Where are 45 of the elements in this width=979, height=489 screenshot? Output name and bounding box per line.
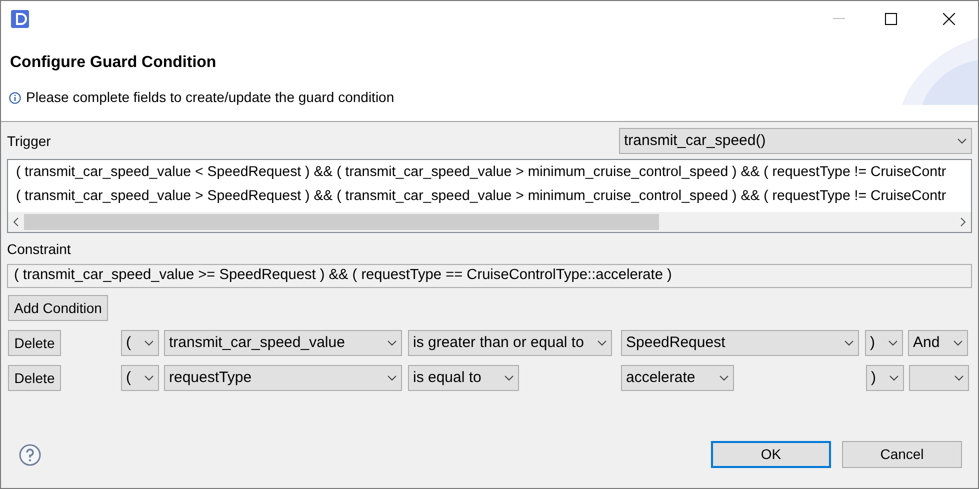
ok-button[interactable]: OK — [711, 441, 831, 468]
caret-icon — [387, 375, 397, 381]
caret-icon — [953, 340, 963, 346]
caret-icon — [144, 340, 154, 346]
caret-icon — [597, 340, 607, 346]
caret-icon — [504, 375, 514, 381]
minimize-icon — [833, 18, 845, 20]
operator-dropdown[interactable]: is greater than or equal to — [408, 330, 612, 356]
caret-icon — [144, 375, 154, 381]
value-dropdown[interactable]: SpeedRequest — [621, 330, 859, 356]
app-logo-icon — [10, 9, 30, 29]
dialog-title: Configure Guard Condition — [10, 53, 218, 73]
caret-icon — [844, 340, 854, 346]
caret-icon — [719, 375, 729, 381]
dialog-message: Please complete fields to create/update the guard condition — [26, 88, 394, 107]
close-paren-dropdown[interactable]: ) — [866, 365, 904, 391]
condition-list-item[interactable]: ( transmit_car_speed_value > SpeedRequest ) && ( transmit_car_speed_value > minimum_cruise_control_speed ) && ( requestType != CruiseContr — [8, 184, 946, 208]
operator-dropdown[interactable]: is equal to — [408, 365, 519, 391]
constraint-label: Constraint — [7, 240, 72, 259]
open-paren-dropdown[interactable]: ( — [121, 330, 159, 356]
info-icon — [9, 92, 21, 104]
close-paren-dropdown[interactable]: ) — [865, 330, 903, 356]
trigger-dropdown[interactable]: transmit_car_speed() — [619, 128, 972, 154]
maximize-icon — [885, 13, 897, 25]
variable-dropdown[interactable]: transmit_car_speed_value — [164, 330, 402, 356]
delete-button[interactable]: Delete — [8, 330, 61, 356]
help-icon[interactable] — [19, 444, 41, 466]
caret-icon — [954, 375, 964, 381]
horizontal-scrollbar[interactable] — [8, 212, 971, 232]
open-paren-dropdown[interactable]: ( — [121, 365, 159, 391]
condition-list[interactable] — [7, 159, 972, 233]
variable-dropdown[interactable]: requestType — [164, 365, 402, 391]
trigger-label: Trigger — [7, 132, 51, 151]
caret-icon — [387, 340, 397, 346]
constraint-field[interactable]: ( transmit_car_speed_value >= SpeedRequest ) && ( requestType == CruiseControlType::accelerate ) — [7, 264, 972, 288]
add-condition-button[interactable]: Add Condition — [8, 295, 108, 321]
cancel-button[interactable]: Cancel — [842, 441, 962, 468]
connector-dropdown[interactable]: And — [908, 330, 968, 356]
value-dropdown[interactable]: accelerate — [621, 365, 734, 391]
caret-icon — [888, 340, 898, 346]
delete-button[interactable]: Delete — [8, 365, 61, 391]
caret-icon — [957, 138, 967, 144]
caret-icon — [889, 375, 899, 381]
close-icon — [943, 13, 955, 25]
condition-list-item[interactable]: ( transmit_car_speed_value < SpeedRequest ) && ( transmit_car_speed_value > minimum_cruise_control_speed ) && ( requestType != CruiseContr — [8, 160, 946, 184]
